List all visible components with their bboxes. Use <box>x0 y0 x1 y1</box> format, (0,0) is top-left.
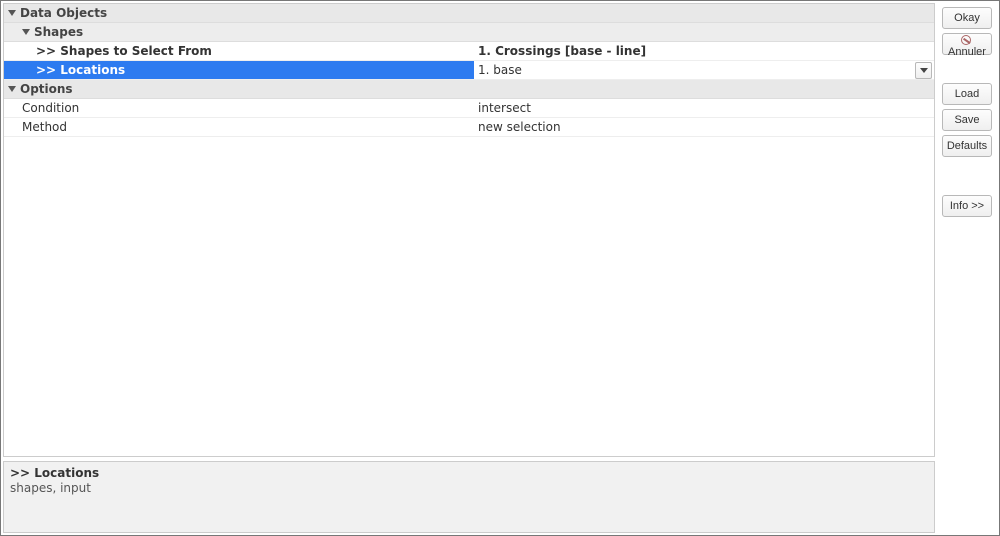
param-value[interactable]: 1. Crossings [base - line] <box>474 42 934 60</box>
param-label: >> Shapes to Select From <box>4 42 474 60</box>
cancel-button[interactable]: Annuler <box>942 33 992 55</box>
option-value[interactable]: new selection <box>474 118 934 136</box>
param-value-dropdown[interactable]: 1. base <box>474 61 934 79</box>
parameters-area: Data Objects Shapes >> Shapes to Select … <box>3 3 935 457</box>
left-pane: Data Objects Shapes >> Shapes to Select … <box>1 1 937 535</box>
option-value[interactable]: intersect <box>474 99 934 117</box>
param-label: >> Locations <box>4 61 474 79</box>
dialog-window: Data Objects Shapes >> Shapes to Select … <box>0 0 1000 536</box>
row-shapes-to-select-from[interactable]: >> Shapes to Select From 1. Crossings [b… <box>4 42 934 61</box>
save-button[interactable]: Save <box>942 109 992 131</box>
spacer <box>942 59 994 79</box>
row-condition[interactable]: Condition intersect <box>4 99 934 118</box>
option-label: Method <box>4 118 474 136</box>
row-method[interactable]: Method new selection <box>4 118 934 137</box>
description-title: >> Locations <box>10 466 928 480</box>
dropdown-button[interactable] <box>915 62 932 79</box>
okay-button[interactable]: Okay <box>942 7 992 29</box>
group-data-objects[interactable]: Data Objects <box>4 4 934 23</box>
shapes-rows: >> Shapes to Select From 1. Crossings [b… <box>4 42 934 80</box>
load-button[interactable]: Load <box>942 83 992 105</box>
chevron-down-icon <box>920 68 928 73</box>
option-label: Condition <box>4 99 474 117</box>
spacer <box>942 161 994 191</box>
info-button[interactable]: Info >> <box>942 195 992 217</box>
options-rows: Condition intersect Method new selection <box>4 99 934 137</box>
group-options[interactable]: Options <box>4 80 934 99</box>
group-label: Shapes <box>34 25 83 39</box>
group-shapes[interactable]: Shapes <box>4 23 934 42</box>
disclosure-triangle-icon <box>8 10 16 16</box>
description-subtitle: shapes, input <box>10 481 928 495</box>
group-label: Data Objects <box>20 6 107 20</box>
row-locations[interactable]: >> Locations 1. base <box>4 61 934 80</box>
cancel-icon <box>961 35 971 45</box>
defaults-button[interactable]: Defaults <box>942 135 992 157</box>
description-panel: >> Locations shapes, input <box>3 461 935 533</box>
group-label: Options <box>20 82 73 96</box>
disclosure-triangle-icon <box>22 29 30 35</box>
button-panel: Okay Annuler Load Save Defaults Info >> <box>937 1 999 535</box>
disclosure-triangle-icon <box>8 86 16 92</box>
